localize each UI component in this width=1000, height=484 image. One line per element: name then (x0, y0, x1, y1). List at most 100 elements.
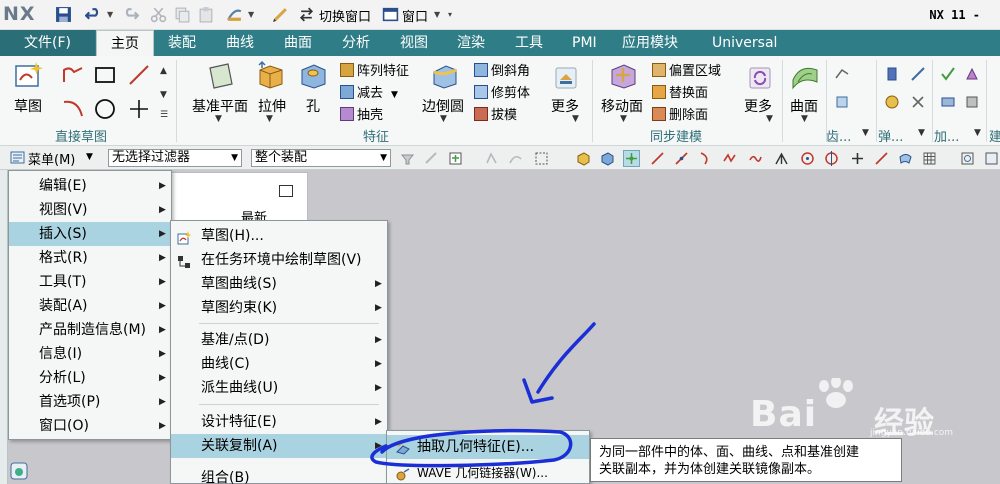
edge-select-icon[interactable] (508, 151, 523, 166)
copy-icon[interactable] (174, 6, 191, 23)
extrude-dropdown-icon[interactable]: ▼ (266, 114, 273, 124)
tab-curve[interactable]: 曲线 (226, 30, 254, 56)
control-point-snap-icon[interactable] (722, 151, 737, 166)
undo-icon[interactable] (84, 6, 102, 23)
hole-button[interactable]: 孔 (306, 96, 320, 116)
sketch-gallery-up-icon[interactable]: ▲ (160, 66, 167, 76)
rectangle-icon[interactable] (94, 64, 116, 86)
edge-blend-dropdown-icon[interactable]: ▼ (440, 114, 447, 124)
paste-icon[interactable] (198, 6, 215, 23)
build-group-label[interactable]: 建 (989, 126, 1000, 145)
circle-icon[interactable] (94, 98, 116, 120)
switch-window-icon[interactable] (298, 6, 315, 23)
midpoint-snap-icon[interactable] (674, 151, 689, 166)
menu-item-sketch-curve[interactable]: 草图曲线(S) ▶ (171, 272, 387, 296)
pattern-feature-button[interactable]: 阵列特征 (340, 60, 409, 79)
window-menu-button[interactable]: 窗口 (402, 6, 428, 25)
window-dropdown-icon[interactable]: ▼ (434, 10, 442, 19)
tab-universal[interactable]: Universal (712, 30, 777, 56)
edge-blend-button[interactable]: 边倒圆 (422, 96, 464, 116)
menu-item-format[interactable]: 格式(R) ▶ (9, 246, 171, 270)
offset-region-button[interactable]: 偏置区域 (652, 60, 721, 79)
menu-item-sketch[interactable]: 草图(H)... (171, 224, 387, 248)
spring-tool-3-icon[interactable] (910, 66, 926, 82)
menu-item-window[interactable]: 窗口(O) ▶ (9, 414, 171, 438)
menu-item-combine[interactable]: 组合(B) (171, 466, 387, 484)
move-face-dropdown-icon[interactable]: ▼ (620, 114, 627, 124)
shell-button[interactable]: 抽壳 (340, 104, 383, 123)
menu-item-associative-copy[interactable]: 关联复制(A) ▶ (171, 434, 387, 458)
undo-dropdown-icon[interactable]: ▼ (107, 10, 115, 19)
menu-item-datum-point[interactable]: 基准/点(D) ▶ (171, 328, 387, 352)
snap-point-active-icon[interactable] (623, 150, 640, 167)
extrude-icon[interactable] (256, 60, 286, 90)
feature-select-icon[interactable] (484, 151, 499, 166)
spring-tool-2-icon[interactable] (884, 94, 900, 110)
datum-plane-button[interactable]: 基准平面 (192, 96, 248, 116)
customize-dropdown-icon[interactable]: ▾ (448, 10, 456, 19)
add-group-label[interactable]: 加... (934, 126, 959, 145)
switch-window-button[interactable]: 切换窗口 (319, 6, 371, 25)
sync-more-dropdown-icon[interactable]: ▼ (766, 114, 773, 124)
profile-icon[interactable] (62, 64, 84, 86)
intersection-snap-icon[interactable] (774, 151, 789, 166)
delete-face-button[interactable]: 删除面 (652, 104, 708, 123)
move-face-button[interactable]: 移动面 (601, 96, 643, 116)
replace-face-button[interactable]: 替换面 (652, 82, 708, 101)
face-select-icon[interactable] (576, 151, 591, 166)
sketch-icon[interactable] (14, 60, 44, 90)
redo-icon[interactable] (122, 6, 140, 23)
menu-item-view[interactable]: 视图(V) ▶ (9, 198, 171, 222)
view-orient-icon[interactable] (984, 151, 999, 166)
tab-applications[interactable]: 应用模块 (622, 30, 678, 56)
spline-snap-icon[interactable] (748, 151, 763, 166)
surface-button[interactable]: 曲面 (790, 96, 818, 116)
selection-filter-combo[interactable]: 无选择过滤器 ▼ (108, 149, 242, 167)
save-icon[interactable] (55, 6, 72, 23)
touch-mode-icon[interactable] (272, 6, 289, 23)
chamfer-button[interactable]: 倒斜角 (474, 60, 530, 79)
menu-item-pmi[interactable]: 产品制造信息(M) ▶ (9, 318, 171, 342)
tab-file[interactable]: 文件(F) (0, 30, 95, 56)
filter-dropdown-icon[interactable]: ▼ (231, 150, 238, 166)
sketch-gallery-down-icon[interactable]: ▼ (160, 90, 167, 100)
menu-item-analysis[interactable]: 分析(L) ▶ (9, 366, 171, 390)
box-select-icon[interactable] (534, 151, 549, 166)
datum-plane-icon[interactable] (206, 60, 236, 90)
menu-item-derived-curve[interactable]: 派生曲线(U) ▶ (171, 376, 387, 400)
add-tool-icon[interactable] (940, 66, 956, 82)
selection-scope-combo[interactable]: 整个装配 ▼ (251, 149, 391, 167)
menu-item-extract-geometry[interactable]: 抽取几何特征(E)... (387, 435, 589, 459)
feature-more-button[interactable]: 更多 (551, 96, 579, 116)
tab-surface[interactable]: 曲面 (284, 30, 312, 56)
menu-item-information[interactable]: 信息(I) ▶ (9, 342, 171, 366)
existing-point-snap-icon[interactable] (850, 151, 865, 166)
spring-tool-4-icon[interactable] (910, 94, 926, 110)
gear-group-label[interactable]: 齿... (826, 126, 851, 145)
add-tool-3-icon[interactable] (964, 66, 980, 82)
datum-plane-dropdown-icon[interactable]: ▼ (215, 114, 222, 124)
grid-snap-icon[interactable] (922, 151, 937, 166)
select-tool-icon[interactable] (448, 151, 463, 166)
menu-item-preferences[interactable]: 首选项(P) ▶ (9, 390, 171, 414)
scope-dropdown-icon[interactable]: ▼ (380, 150, 387, 166)
add-group-dropdown-icon[interactable]: ▼ (974, 128, 981, 138)
subtract-button[interactable]: 减去 ▼ (340, 82, 398, 101)
endpoint-snap-icon[interactable] (650, 151, 665, 166)
tab-view[interactable]: 视图 (400, 30, 428, 56)
snap-tool-icon[interactable] (424, 151, 439, 166)
point-icon[interactable] (128, 98, 150, 120)
menu-icon[interactable] (10, 150, 25, 165)
tab-tools[interactable]: 工具 (515, 30, 543, 56)
menu-item-insert[interactable]: 插入(S) ▶ (9, 222, 171, 246)
part-navigator-icon[interactable] (10, 462, 28, 480)
menu-button[interactable]: 菜单(M) (28, 149, 75, 168)
line-icon[interactable] (128, 64, 150, 86)
view-fit-icon[interactable] (960, 151, 975, 166)
tab-home[interactable]: 主页 (96, 30, 154, 56)
surface-icon[interactable] (790, 60, 820, 90)
sync-more-button[interactable]: 更多 (744, 96, 772, 116)
spring-group-label[interactable]: 弹... (878, 126, 903, 145)
gear-tool-2-icon[interactable] (834, 94, 850, 110)
curve-snap-icon[interactable] (698, 151, 713, 166)
